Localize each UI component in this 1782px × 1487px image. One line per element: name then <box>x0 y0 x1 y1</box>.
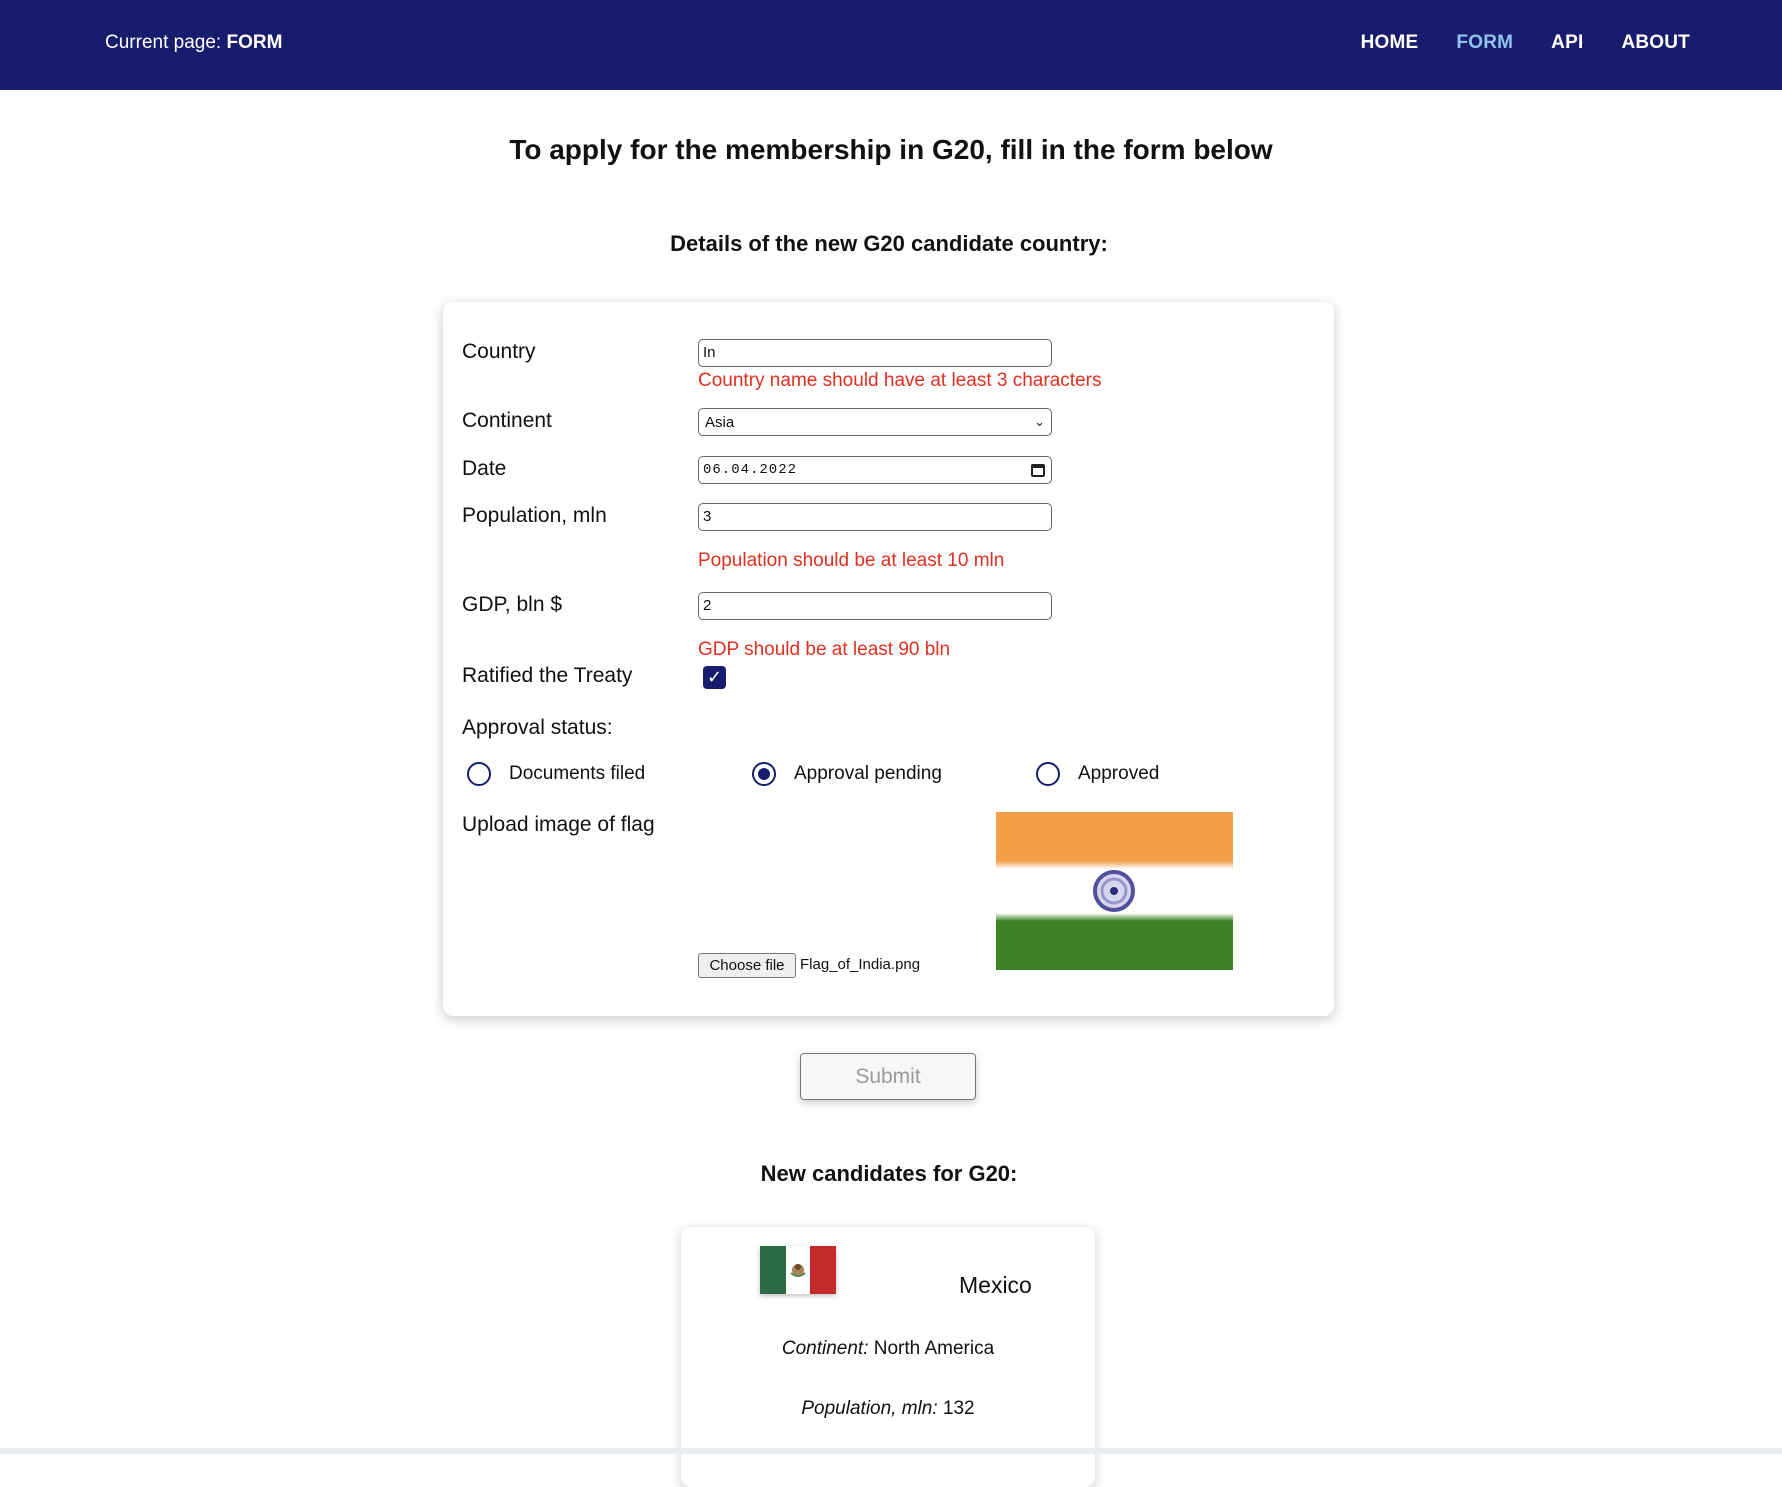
chevron-down-icon: ⌄ <box>1034 414 1045 429</box>
calendar-icon[interactable] <box>1031 463 1045 477</box>
radio-label: Approved <box>1078 763 1160 784</box>
nav-api-link[interactable]: API <box>1551 32 1583 54</box>
page-bottom-edge <box>0 1448 1782 1454</box>
approval-status-label: Approval status: <box>462 716 613 739</box>
nav-about-link[interactable]: ABOUT <box>1621 32 1690 54</box>
top-navbar: Current page: FORM HOME FORM API ABOUT <box>0 0 1782 90</box>
main-nav: HOME FORM API ABOUT <box>1361 32 1690 54</box>
radio-label: Approval pending <box>794 763 942 784</box>
date-label: Date <box>462 457 507 480</box>
nav-home-link[interactable]: HOME <box>1361 32 1419 54</box>
current-page-indicator: Current page: FORM <box>105 32 282 54</box>
continent-selected-value: Asia <box>705 413 735 431</box>
country-label: Country <box>462 340 536 363</box>
page-title: To apply for the membership in G20, fill… <box>509 134 1273 165</box>
candidate-continent-value: North America <box>873 1338 995 1359</box>
date-input[interactable]: 06.04.2022 <box>698 456 1052 484</box>
form-heading: Details of the new G20 candidate country… <box>670 231 1108 256</box>
radio-button[interactable] <box>1036 762 1060 786</box>
current-page-name: FORM <box>226 32 283 53</box>
upload-flag-label: Upload image of flag <box>462 813 655 836</box>
checkmark-icon: ✓ <box>706 667 723 687</box>
gdp-input[interactable]: 2 <box>698 592 1052 620</box>
candidate-continent-label: Continent: <box>781 1338 869 1359</box>
candidates-heading: New candidates for G20: <box>760 1161 1018 1186</box>
radio-approved[interactable]: Approved <box>1036 762 1159 786</box>
radio-button-selected[interactable] <box>752 762 776 786</box>
candidate-population: Population, mln: 132 <box>681 1398 1095 1420</box>
treaty-checkbox[interactable]: ✓ <box>703 666 726 689</box>
treaty-label: Ratified the Treaty <box>462 664 633 687</box>
population-input[interactable]: 3 <box>698 503 1052 531</box>
continent-select[interactable]: Asia ⌄ <box>698 408 1052 436</box>
candidate-form: Country In Country name should have at l… <box>443 302 1334 1016</box>
nav-form-link[interactable]: FORM <box>1456 32 1513 54</box>
india-flag-preview-image <box>996 812 1233 970</box>
population-label: Population, mln <box>462 504 607 527</box>
country-error: Country name should have at least 3 char… <box>698 370 1102 391</box>
radio-button[interactable] <box>467 762 491 786</box>
candidate-population-value: 132 <box>942 1398 975 1419</box>
candidate-country-name: Mexico <box>959 1272 1032 1298</box>
current-page-prefix: Current page: <box>105 32 227 53</box>
date-value: 06.04.2022 <box>703 462 798 478</box>
gdp-label: GDP, bln $ <box>462 593 563 616</box>
radio-approval-pending[interactable]: Approval pending <box>752 762 942 786</box>
continent-label: Continent <box>462 409 552 432</box>
gdp-error: GDP should be at least 90 bln <box>698 639 951 660</box>
candidate-population-label: Population, mln: <box>801 1398 938 1419</box>
submit-button[interactable]: Submit <box>800 1053 976 1100</box>
radio-documents-filed[interactable]: Documents filed <box>467 762 645 786</box>
approval-status-radio-group: Documents filed Approval pending Approve… <box>443 762 1334 792</box>
candidate-continent: Continent: North America <box>681 1338 1095 1360</box>
choose-file-button[interactable]: Choose file <box>698 953 796 978</box>
country-input[interactable]: In <box>698 339 1052 367</box>
selected-file-name: Flag_of_India.png <box>800 956 921 973</box>
radio-label: Documents filed <box>509 763 646 784</box>
mexico-flag-image <box>760 1246 836 1294</box>
population-error: Population should be at least 10 mln <box>698 550 1005 571</box>
